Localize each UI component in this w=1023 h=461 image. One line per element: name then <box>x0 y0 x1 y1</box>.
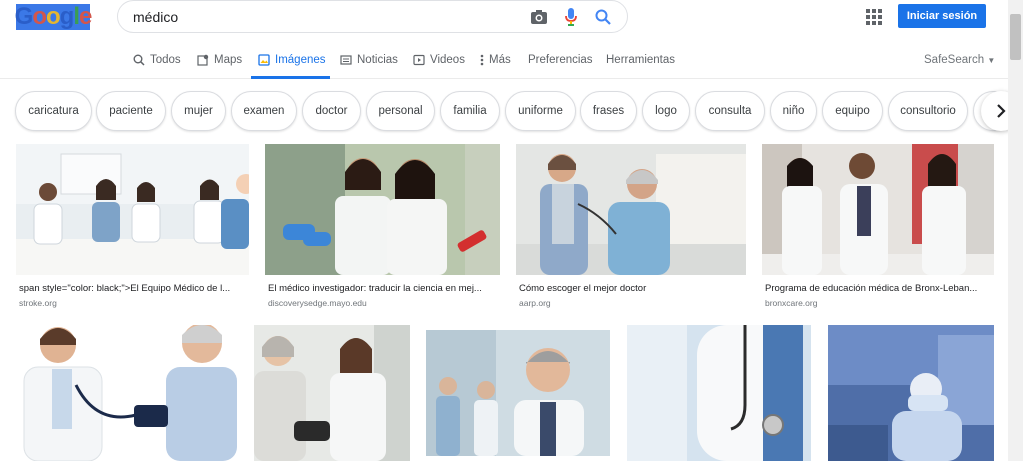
google-images-page: Google médico Iniciar sesión Todos Maps … <box>0 0 1023 461</box>
google-logo[interactable]: Google <box>15 3 92 30</box>
result-caption[interactable]: span style="color: black;">El Equipo Méd… <box>19 283 247 294</box>
video-icon <box>413 54 425 66</box>
result-image[interactable] <box>16 144 249 275</box>
tab-todos[interactable]: Todos <box>133 54 181 66</box>
chip[interactable]: personal <box>366 91 435 131</box>
chip[interactable]: caricatura <box>15 91 92 131</box>
tab-label: Noticias <box>357 54 398 66</box>
more-vert-icon <box>480 54 484 66</box>
chip[interactable]: familia <box>440 91 500 131</box>
result-image[interactable] <box>828 325 994 461</box>
tab-label: Herramientas <box>606 54 676 66</box>
tab-maps[interactable]: Maps <box>197 54 242 66</box>
news-icon <box>340 55 352 65</box>
result-image[interactable] <box>516 144 746 275</box>
result-caption[interactable]: El médico investigador: traducir la cien… <box>268 283 496 294</box>
chip[interactable]: doctor <box>302 91 361 131</box>
result-image[interactable] <box>16 325 237 461</box>
tab-label: Videos <box>430 54 465 66</box>
chip[interactable]: frases <box>580 91 637 131</box>
camera-icon[interactable] <box>525 3 553 31</box>
safesearch-dropdown[interactable]: SafeSearch ▼ <box>924 54 995 66</box>
related-searches-chips: caricatura paciente mujer examen doctor … <box>0 91 1013 133</box>
result-source: bronxcare.org <box>765 298 818 308</box>
result-caption[interactable]: Cómo escoger el mejor doctor <box>519 283 744 294</box>
result-image[interactable] <box>265 144 500 275</box>
tab-label: Más <box>489 54 511 66</box>
search-input[interactable]: médico <box>133 9 525 25</box>
result-image[interactable] <box>762 144 994 275</box>
image-icon <box>258 54 270 66</box>
chip[interactable]: consultorio <box>888 91 968 131</box>
microphone-icon[interactable] <box>557 3 585 31</box>
tab-videos[interactable]: Videos <box>413 54 465 66</box>
tab-label: Imágenes <box>275 54 326 66</box>
chip[interactable]: examen <box>231 91 297 131</box>
result-source: aarp.org <box>519 298 551 308</box>
apps-grid-icon[interactable] <box>866 9 882 25</box>
tab-mas[interactable]: Más <box>480 54 511 66</box>
result-source: discoverysedge.mayo.edu <box>268 298 367 308</box>
page-scrollbar[interactable] <box>1008 0 1023 461</box>
scrollbar-thumb[interactable] <box>1010 14 1021 60</box>
chip[interactable]: mujer <box>171 91 226 131</box>
tab-imagenes[interactable]: Imágenes <box>258 54 326 66</box>
chip[interactable]: paciente <box>96 91 166 131</box>
search-icon[interactable] <box>589 3 617 31</box>
search-box[interactable]: médico <box>117 0 628 33</box>
tab-label: Preferencias <box>528 54 593 66</box>
result-caption[interactable]: Programa de educación médica de Bronx-Le… <box>765 283 991 294</box>
result-image[interactable] <box>254 325 410 461</box>
result-image[interactable] <box>627 325 811 461</box>
active-tab-indicator <box>251 76 330 79</box>
safesearch-label: SafeSearch <box>924 54 985 66</box>
search-icon <box>133 54 145 66</box>
tab-label: Todos <box>150 54 181 66</box>
tab-herramientas[interactable]: Herramientas <box>606 54 675 66</box>
map-icon <box>197 54 209 66</box>
result-source: stroke.org <box>19 298 57 308</box>
tab-noticias[interactable]: Noticias <box>340 54 398 66</box>
signin-button[interactable]: Iniciar sesión <box>898 4 986 28</box>
result-image[interactable] <box>426 330 610 456</box>
tab-preferencias[interactable]: Preferencias <box>528 54 593 66</box>
caret-down-icon: ▼ <box>987 56 996 65</box>
tab-label: Maps <box>214 54 243 66</box>
chip[interactable]: uniforme <box>505 91 576 131</box>
chip[interactable]: equipo <box>822 91 883 131</box>
search-tabs: Todos Maps Imágenes Noticias Videos Más … <box>0 46 1008 79</box>
chip[interactable]: niño <box>770 91 817 131</box>
chip[interactable]: consulta <box>695 91 765 131</box>
chip[interactable]: logo <box>642 91 690 131</box>
